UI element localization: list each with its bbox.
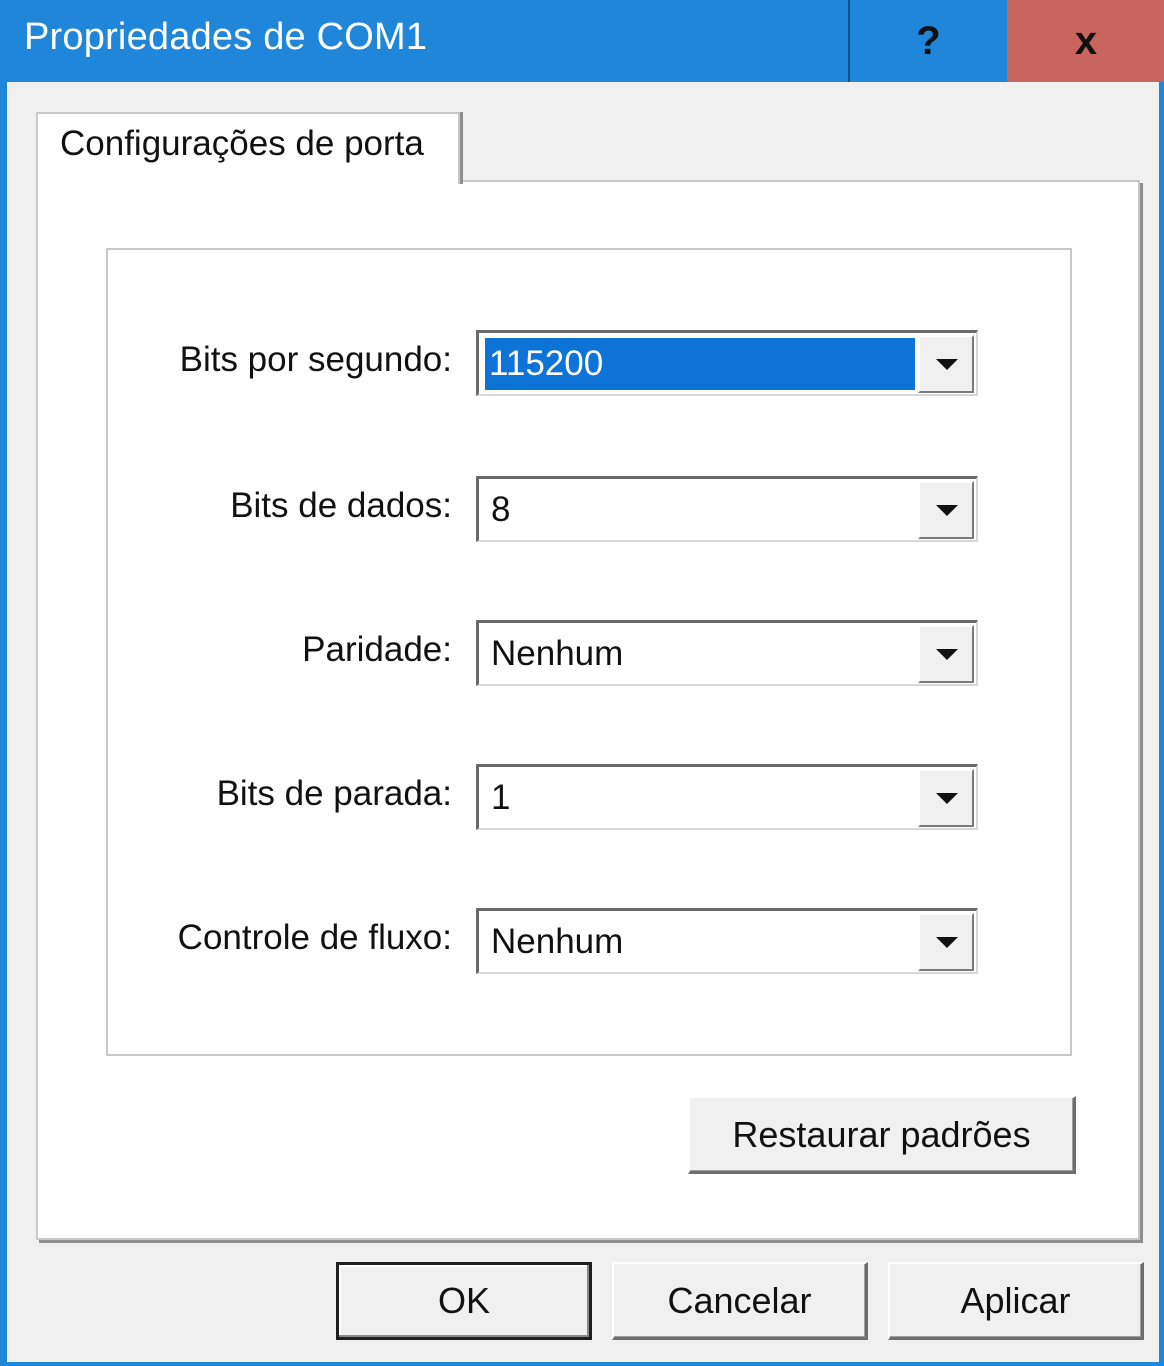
stop-bits-select[interactable]: 1 bbox=[476, 764, 978, 830]
chevron-down-icon[interactable] bbox=[918, 625, 974, 683]
tab-label: Configurações de porta bbox=[60, 124, 424, 163]
bits-per-second-label: Bits por segundo: bbox=[179, 340, 452, 379]
parity-label: Paridade: bbox=[302, 630, 452, 669]
bits-per-second-value: 115200 bbox=[485, 338, 915, 390]
chevron-down-icon[interactable] bbox=[918, 769, 974, 827]
parity-select[interactable]: Nenhum bbox=[476, 620, 978, 686]
window-title: Propriedades de COM1 bbox=[24, 16, 428, 58]
tab-joint bbox=[38, 176, 456, 184]
stop-bits-value: 1 bbox=[491, 778, 511, 817]
data-bits-select[interactable]: 8 bbox=[476, 476, 978, 542]
flow-control-value: Nenhum bbox=[491, 922, 624, 961]
help-button[interactable]: ? bbox=[848, 0, 1008, 82]
chevron-down-icon[interactable] bbox=[918, 913, 974, 971]
apply-button[interactable]: Aplicar bbox=[888, 1262, 1144, 1340]
stop-bits-label: Bits de parada: bbox=[216, 774, 452, 813]
data-bits-value: 8 bbox=[491, 490, 511, 529]
close-button[interactable]: x bbox=[1008, 0, 1164, 82]
data-bits-label: Bits de dados: bbox=[230, 486, 452, 525]
flow-control-select[interactable]: Nenhum bbox=[476, 908, 978, 974]
title-bar[interactable]: Propriedades de COM1 ? x bbox=[0, 0, 1164, 82]
parity-value: Nenhum bbox=[491, 634, 624, 673]
chevron-down-icon[interactable] bbox=[918, 335, 974, 393]
flow-control-label: Controle de fluxo: bbox=[177, 918, 452, 957]
chevron-down-icon[interactable] bbox=[918, 481, 974, 539]
tab-port-settings[interactable]: Configurações de porta bbox=[36, 112, 460, 184]
restore-defaults-button[interactable]: Restaurar padrões bbox=[688, 1096, 1076, 1174]
ok-button[interactable]: OK bbox=[336, 1262, 592, 1340]
cancel-button[interactable]: Cancelar bbox=[612, 1262, 868, 1340]
bits-per-second-select[interactable]: 115200 bbox=[476, 330, 978, 396]
